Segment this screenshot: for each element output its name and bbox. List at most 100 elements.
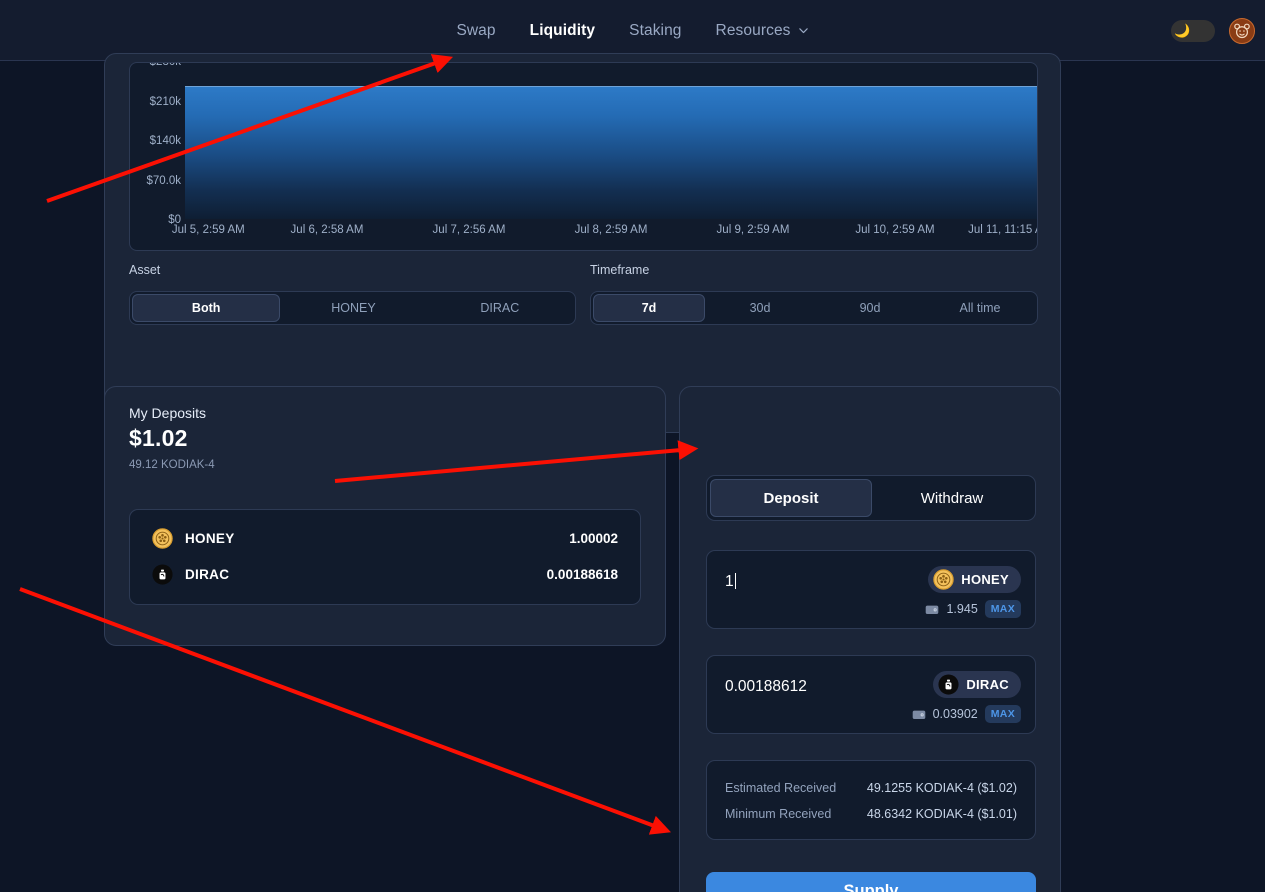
timeframe-filter-group: Timeframe 7d 30d 90d All time [590,263,1038,325]
summary-row: Estimated Received 49.1255 KODIAK-4 ($1.0… [725,775,1017,801]
honey-token-name: HONEY [961,572,1009,587]
timeframe-option-label: 30d [749,301,771,315]
text-cursor [734,573,736,589]
timeframe-option-all-time[interactable]: All time [925,294,1035,322]
nav-link-liquidity[interactable]: Liquidity [530,22,595,40]
summary-value: 48.6342 KODIAK-4 ($1.01) [866,807,1017,821]
chart-area-series [185,86,1037,219]
my-deposits-title: My Deposits [129,405,207,421]
nav-link-staking-label: Staking [629,21,682,39]
transaction-summary: Estimated Received 49.1255 KODIAK-4 ($1.0… [706,760,1036,840]
chart-x-axis: Jul 5, 2:59 AM Jul 6, 2:58 AM Jul 7, 2:56 … [172,224,1037,244]
wallet-icon [925,604,939,615]
asset-filter-segmented-control: Both HONEY DIRAC [129,291,576,325]
deposit-token-value: 1.00002 [569,530,618,546]
nav-link-staking[interactable]: Staking [629,22,681,40]
honey-token-selector[interactable]: HONEY [928,566,1021,593]
timeframe-option-label: All time [959,301,1001,315]
deposit-token-name: DIRAC [185,566,230,582]
dirac-balance-row: 0.03902 MAX [912,705,1021,723]
tab-deposit-label: Deposit [763,489,819,507]
wallet-icon [912,709,926,720]
chevron-down-icon [798,25,809,36]
chart-y-tick-label: $140k [149,135,181,147]
asset-option-both[interactable]: Both [132,294,281,322]
chart-x-tick-label: Jul 11, 11:15 AM [968,224,1037,236]
nav-link-resources[interactable]: Resources [716,22,809,40]
dirac-amount-input[interactable]: 0.00188612 [725,678,807,696]
honey-balance-row: 1.945 MAX [925,600,1021,618]
timeframe-filter-label: Timeframe [590,263,650,277]
summary-value: 49.1255 KODIAK-4 ($1.02) [866,781,1017,795]
supply-button[interactable]: Supply [706,872,1036,892]
deposit-withdraw-card: Deposit Withdraw 1 HONEY 1.945 MAX 0.001… [679,386,1061,892]
summary-label: Estimated Received [725,781,837,795]
chart-y-axis: $280k $210k $140k $70.0k $0 [130,63,185,250]
my-deposits-lp-amount: 49.12 KODIAK-4 [129,459,215,471]
chart-series-line [185,85,1037,87]
honey-amount-input-box[interactable]: 1 HONEY 1.945 MAX [706,550,1036,629]
asset-option-label: DIRAC [480,301,520,315]
asset-option-dirac[interactable]: DIRAC [427,294,573,322]
chart-plot-area [185,63,1037,219]
tab-deposit[interactable]: Deposit [710,479,872,517]
chart-y-tick-label: $70.0k [146,174,181,187]
honey-token-icon [933,569,955,590]
tvl-chart-card: $280k $210k $140k $70.0k $0 Jul 5, 2:59 AM Ju… [104,53,1061,433]
honey-amount-input[interactable]: 1 [725,573,736,591]
nav-right-controls: 🌙 [1171,0,1255,61]
deposit-withdraw-tabs: Deposit Withdraw [706,475,1036,521]
asset-option-honey[interactable]: HONEY [280,294,426,322]
nav-links: Swap Liquidity Staking Resources [0,0,1265,61]
my-deposits-card: My Deposits $1.02 49.12 KODIAK-4 HONEY 1.… [104,386,666,646]
timeframe-option-90d[interactable]: 90d [815,294,925,322]
timeframe-option-30d[interactable]: 30d [705,294,815,322]
dirac-amount-input-value: 0.00188612 [725,678,807,695]
chart-x-tick-label: Jul 10, 2:59 AM [855,224,935,236]
asset-option-label: HONEY [331,301,376,315]
timeframe-filter-segmented-control: 7d 30d 90d All time [590,291,1038,325]
timeframe-option-7d[interactable]: 7d [593,294,705,322]
deposit-token-name: HONEY [185,530,235,546]
nav-link-swap-label: Swap [456,21,496,39]
dirac-token-selector[interactable]: DIRAC [933,671,1021,698]
honey-token-icon [152,527,173,549]
tvl-chart-panel[interactable]: $280k $210k $140k $70.0k $0 Jul 5, 2:59 AM Ju… [129,62,1038,251]
bear-avatar-icon[interactable] [1229,17,1255,44]
tab-withdraw[interactable]: Withdraw [872,479,1032,517]
tab-withdraw-label: Withdraw [920,489,984,507]
asset-filter-label: Asset [129,263,161,277]
deposit-token-value: 0.00188618 [546,566,618,582]
chart-x-tick-label: Jul 6, 2:58 AM [290,224,364,236]
summary-label: Minimum Received [725,807,832,821]
dirac-token-icon [152,563,173,585]
page-content: $280k $210k $140k $70.0k $0 Jul 5, 2:59 AM Ju… [0,53,1265,892]
app-root: Swap Liquidity Staking Resources 🌙 $280k… [0,0,1265,892]
timeframe-option-label: 7d [641,301,657,315]
chart-x-tick-label: Jul 8, 2:59 AM [574,224,648,236]
nav-link-swap[interactable]: Swap [456,22,495,40]
timeframe-option-label: 90d [859,301,881,315]
dirac-token-name: DIRAC [966,677,1009,692]
dirac-max-button[interactable]: MAX [984,705,1021,723]
chart-x-tick-label: Jul 7, 2:56 AM [432,224,506,236]
honey-amount-input-value: 1 [725,573,734,590]
honey-max-button[interactable]: MAX [984,600,1021,618]
deposit-token-breakdown: HONEY 1.00002 DIRAC 0.00188618 [129,509,641,605]
top-navigation-bar: Swap Liquidity Staking Resources 🌙 [0,0,1265,61]
asset-option-label: Both [191,301,221,315]
chart-x-tick-label: Jul 9, 2:59 AM [716,224,790,236]
moon-icon: 🌙 [1174,23,1191,38]
nav-link-liquidity-label: Liquidity [529,21,596,39]
deposit-token-row: DIRAC 0.00188618 [152,556,618,592]
dirac-amount-input-box[interactable]: 0.00188612 DIRAC 0.03902 MAX [706,655,1036,734]
my-deposits-amount: $1.02 [129,425,188,451]
deposit-token-row: HONEY 1.00002 [152,520,618,556]
chart-y-tick-label: $0 [168,214,181,226]
honey-balance-value: 1.945 [946,602,978,616]
summary-row: Minimum Received 48.6342 KODIAK-4 ($1.01) [725,801,1017,827]
dirac-balance-value: 0.03902 [932,707,978,721]
dark-mode-toggle[interactable]: 🌙 [1171,19,1215,42]
asset-filter-group: Asset Both HONEY DIRAC [129,263,576,325]
dirac-token-icon [938,674,959,695]
